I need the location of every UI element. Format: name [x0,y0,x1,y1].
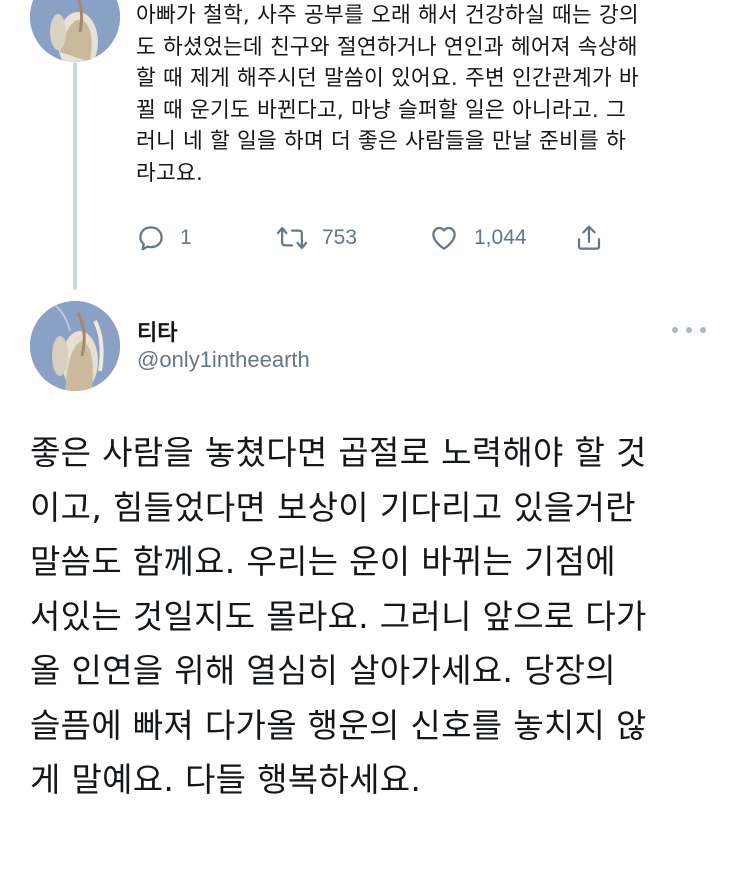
more-dot-icon [700,327,706,333]
retweet-button[interactable]: 753 [276,218,357,258]
reply-button[interactable]: 1 [136,218,192,258]
author-handle[interactable]: @only1intheearth [137,347,310,373]
like-count: 1,044 [474,226,527,249]
reply-icon [139,226,163,251]
heart-icon [432,226,456,250]
share-icon [577,225,601,250]
retweet-icon [276,227,308,249]
avatar-image [30,0,120,62]
previous-tweet-text: 아빠가 철학, 사주 공부를 오래 해서 건강하실 때는 강의 도 하셨었는데 … [136,3,639,186]
more-dot-icon [672,327,678,333]
reply-count: 1 [180,226,192,249]
author-avatar[interactable] [30,301,120,391]
previous-tweet-avatar[interactable] [30,0,120,62]
tweet-actions-bar: 1 753 1,044 [136,218,696,258]
share-button[interactable] [574,218,604,258]
author-name[interactable]: 티타 [137,315,177,347]
thread-connector-line [73,62,77,290]
avatar-image [30,301,120,391]
retweet-count: 753 [322,226,358,249]
more-options-button[interactable] [672,318,706,342]
tweet-text: 좋은 사람을 놓쳤다면 곱절로 노력해야 할 것 이고, 힘들었다면 보상이 기… [30,433,647,799]
like-button[interactable]: 1,044 [428,218,527,258]
more-dot-icon [686,327,692,333]
